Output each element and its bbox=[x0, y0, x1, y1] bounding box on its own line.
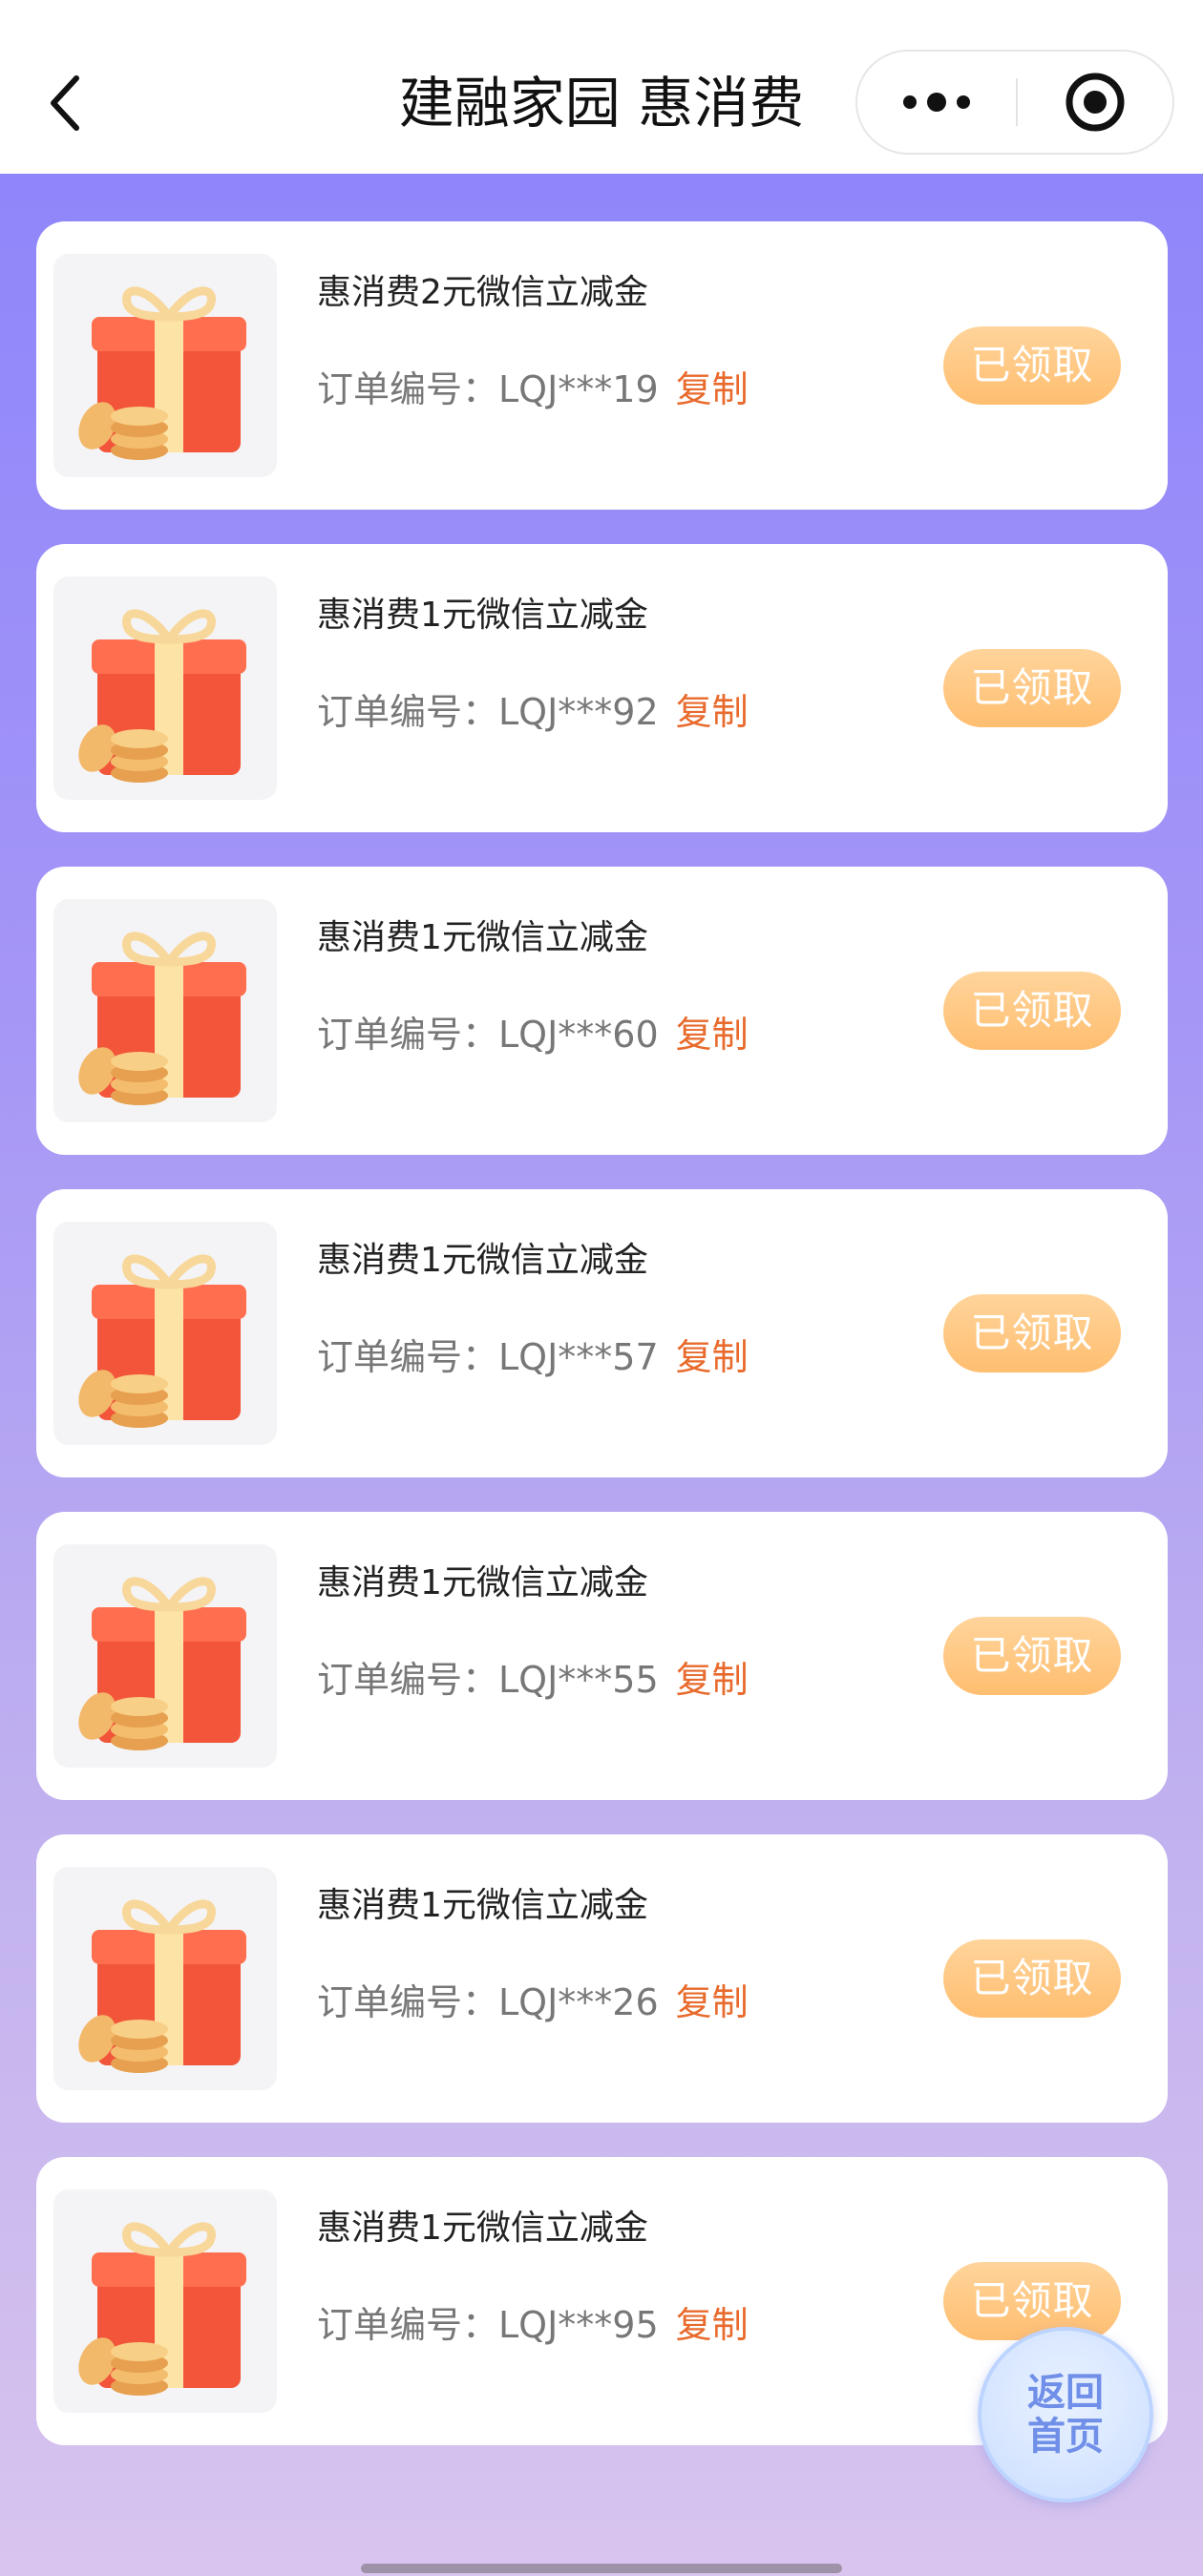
order-line: 订单编号：LQJ***19 复制 bbox=[317, 365, 749, 414]
return-home-line2: 首页 bbox=[1027, 2415, 1104, 2459]
home-indicator-bar[interactable] bbox=[361, 2564, 842, 2573]
top-navbar: 建融家园 惠消费 bbox=[0, 0, 1203, 174]
order-number: LQJ***55 bbox=[498, 1659, 659, 1701]
copy-button[interactable]: 复制 bbox=[676, 1981, 749, 2023]
coupon-thumbnail bbox=[53, 1222, 277, 1445]
claimed-button[interactable]: 已领取 bbox=[943, 1939, 1121, 2018]
claimed-button[interactable]: 已领取 bbox=[943, 1617, 1121, 1695]
order-line: 订单编号：LQJ***60 复制 bbox=[317, 1010, 749, 1059]
order-number: LQJ***60 bbox=[498, 1014, 659, 1056]
order-label: 订单编号： bbox=[317, 368, 499, 410]
copy-button[interactable]: 复制 bbox=[676, 1014, 749, 1056]
order-line: 订单编号：LQJ***26 复制 bbox=[317, 1978, 749, 2027]
gift-box-icon bbox=[78, 2222, 246, 2396]
return-home-button[interactable]: 返回 首页 bbox=[978, 2327, 1153, 2503]
copy-button[interactable]: 复制 bbox=[676, 1659, 749, 1701]
order-line: 订单编号：LQJ***55 复制 bbox=[317, 1655, 749, 1705]
order-number: LQJ***95 bbox=[498, 2304, 659, 2346]
more-button[interactable] bbox=[857, 52, 1016, 153]
coupon-card: 惠消费1元微信立减金 订单编号：LQJ***26 复制 已领取 bbox=[36, 1834, 1168, 2123]
claimed-button[interactable]: 已领取 bbox=[943, 326, 1121, 405]
coupon-title: 惠消费1元微信立减金 bbox=[317, 1241, 648, 1280]
close-button[interactable] bbox=[1018, 52, 1172, 153]
claimed-button[interactable]: 已领取 bbox=[943, 2262, 1121, 2340]
back-button[interactable] bbox=[38, 67, 92, 139]
return-home-line1: 返回 bbox=[1027, 2371, 1104, 2415]
page-title: 建融家园 惠消费 bbox=[398, 71, 805, 136]
gift-box-icon bbox=[78, 286, 246, 460]
coupon-title: 惠消费1元微信立减金 bbox=[317, 1886, 648, 1925]
copy-button[interactable]: 复制 bbox=[676, 691, 749, 733]
chevron-left-icon bbox=[51, 75, 79, 131]
order-label: 订单编号： bbox=[317, 691, 499, 733]
copy-button[interactable]: 复制 bbox=[676, 1336, 749, 1378]
mini-program-capsule bbox=[855, 50, 1174, 155]
claimed-button[interactable]: 已领取 bbox=[943, 649, 1121, 727]
coupon-title: 惠消费1元微信立减金 bbox=[317, 2209, 648, 2248]
target-circle-icon bbox=[1066, 73, 1125, 132]
coupon-thumbnail bbox=[53, 899, 277, 1122]
order-label: 订单编号： bbox=[317, 2304, 499, 2346]
coupon-title: 惠消费1元微信立减金 bbox=[317, 918, 648, 957]
gift-box-icon bbox=[78, 1577, 246, 1750]
claimed-button[interactable]: 已领取 bbox=[943, 1294, 1121, 1372]
order-label: 订单编号： bbox=[317, 1014, 499, 1056]
coupon-card: 惠消费1元微信立减金 订单编号：LQJ***92 复制 已领取 bbox=[36, 544, 1168, 832]
gift-box-icon bbox=[78, 1899, 246, 2073]
order-line: 订单编号：LQJ***95 复制 bbox=[317, 2300, 749, 2350]
coupon-title: 惠消费1元微信立减金 bbox=[317, 1563, 648, 1602]
copy-button[interactable]: 复制 bbox=[676, 368, 749, 410]
order-number: LQJ***26 bbox=[498, 1981, 659, 2023]
coupon-thumbnail bbox=[53, 1544, 277, 1768]
coupon-thumbnail bbox=[53, 254, 277, 477]
order-line: 订单编号：LQJ***92 复制 bbox=[317, 687, 749, 737]
coupon-thumbnail bbox=[53, 1867, 277, 2090]
claimed-button[interactable]: 已领取 bbox=[943, 972, 1121, 1050]
order-number: LQJ***57 bbox=[498, 1336, 659, 1378]
coupon-card: 惠消费2元微信立减金 订单编号：LQJ***19 复制 已领取 bbox=[36, 221, 1168, 510]
coupon-card: 惠消费1元微信立减金 订单编号：LQJ***60 复制 已领取 bbox=[36, 867, 1168, 1155]
gift-box-icon bbox=[78, 932, 246, 1105]
coupon-thumbnail bbox=[53, 576, 277, 800]
order-label: 订单编号： bbox=[317, 1336, 499, 1378]
coupon-card: 惠消费1元微信立减金 订单编号：LQJ***57 复制 已领取 bbox=[36, 1189, 1168, 1477]
coupon-title: 惠消费2元微信立减金 bbox=[317, 273, 648, 312]
order-label: 订单编号： bbox=[317, 1659, 499, 1701]
order-number: LQJ***92 bbox=[498, 691, 659, 733]
gift-box-icon bbox=[78, 609, 246, 783]
order-number: LQJ***19 bbox=[498, 368, 659, 410]
copy-button[interactable]: 复制 bbox=[676, 2304, 749, 2346]
more-dots-icon bbox=[903, 93, 970, 112]
coupon-card: 惠消费1元微信立减金 订单编号：LQJ***55 复制 已领取 bbox=[36, 1512, 1168, 1800]
gift-box-icon bbox=[78, 1254, 246, 1428]
order-line: 订单编号：LQJ***57 复制 bbox=[317, 1332, 749, 1382]
order-label: 订单编号： bbox=[317, 1981, 499, 2023]
coupon-title: 惠消费1元微信立减金 bbox=[317, 596, 648, 635]
coupon-thumbnail bbox=[53, 2189, 277, 2413]
